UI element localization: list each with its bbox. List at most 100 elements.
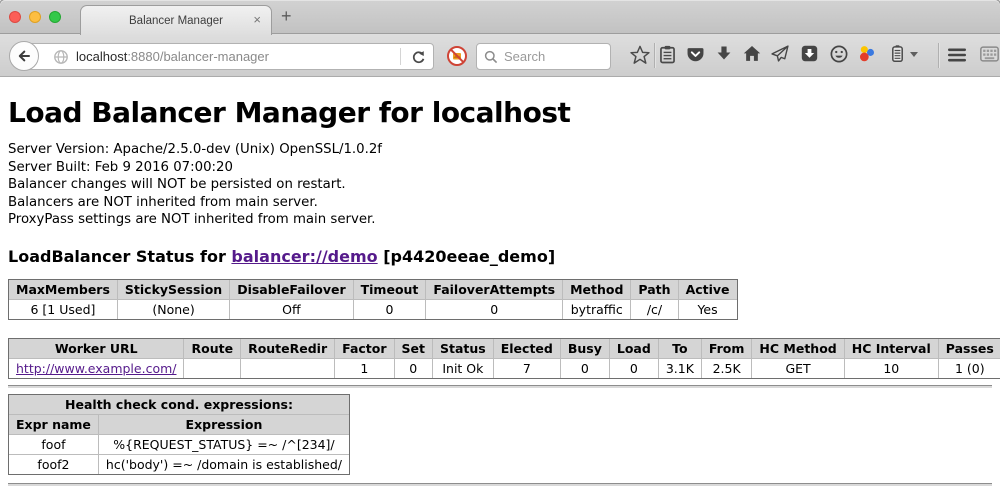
col-route: Route — [184, 338, 241, 358]
page-content: Load Balancer Manager for localhost Serv… — [0, 78, 1000, 491]
col-status: Status — [433, 338, 494, 358]
pocket-icon[interactable] — [687, 47, 704, 63]
col-disablefailover: DisableFailover — [230, 279, 353, 299]
heading-suffix: [p4420eeae_demo] — [378, 247, 556, 266]
col-busy: Busy — [560, 338, 609, 358]
col-routeredir: RouteRedir — [241, 338, 335, 358]
tab-title: Balancer Manager — [129, 15, 223, 27]
toolbar-divider — [938, 43, 939, 68]
proxypass-notice-line: ProxyPass settings are NOT inherited fro… — [8, 211, 992, 229]
content-blocked-icon[interactable] — [446, 45, 468, 67]
url-path: :8880/balancer-manager — [127, 49, 269, 64]
balancer-status-heading: LoadBalancer Status for balancer://demo … — [8, 247, 992, 266]
close-tab-icon[interactable]: × — [253, 12, 261, 27]
table-header-row: Worker URL Route RouteRedir Factor Set S… — [9, 338, 1000, 358]
table-header-row: Expr name Expression — [9, 414, 350, 434]
back-button[interactable] — [9, 41, 39, 71]
toolbar-divider — [654, 43, 655, 68]
col-passes: Passes — [938, 338, 1000, 358]
col-maxmembers: MaxMembers — [9, 279, 118, 299]
col-hc-method: HC Method — [752, 338, 844, 358]
col-to: To — [658, 338, 701, 358]
cell-passes: 1 (0) — [938, 358, 1000, 378]
page-title: Load Balancer Manager for localhost — [8, 96, 992, 129]
table-row: 6 [1 Used] (None) Off 0 0 bytraffic /c/ … — [9, 299, 738, 319]
address-bar[interactable]: localhost:8880/balancer-manager — [24, 43, 434, 70]
save-download-box-icon[interactable] — [801, 45, 818, 62]
col-expression: Expression — [98, 414, 349, 434]
cell-to: 3.1K — [658, 358, 701, 378]
col-elected: Elected — [493, 338, 560, 358]
persist-notice-line: Balancer changes will NOT be persisted o… — [8, 176, 992, 194]
cell-worker-url: http://www.example.com/ — [9, 358, 184, 378]
cell-hc-interval: 10 — [844, 358, 938, 378]
cell-route — [184, 358, 241, 378]
worker-url-link[interactable]: http://www.example.com/ — [16, 361, 176, 376]
col-load: Load — [609, 338, 658, 358]
cell-busy: 0 — [560, 358, 609, 378]
globe-icon — [53, 49, 69, 65]
cell-from: 2.5K — [701, 358, 752, 378]
cell-expr-name: foof2 — [9, 454, 99, 474]
cell-expression: hc('body') =~ /domain is established/ — [98, 454, 349, 474]
cell-elected: 7 — [493, 358, 560, 378]
table-title-row: Health check cond. expressions: — [9, 394, 350, 414]
col-set: Set — [394, 338, 432, 358]
cell-routeredir — [241, 358, 335, 378]
send-plane-icon[interactable] — [771, 45, 789, 62]
home-icon[interactable] — [743, 45, 761, 62]
cell-failoverattempts: 0 — [426, 299, 563, 319]
downloads-icon[interactable] — [716, 45, 732, 62]
cell-path: /c/ — [631, 299, 678, 319]
search-input[interactable]: Search — [476, 43, 611, 70]
section-divider — [8, 385, 992, 388]
new-tab-button[interactable]: + — [281, 6, 292, 27]
table-header-row: MaxMembers StickySession DisableFailover… — [9, 279, 738, 299]
balancer-demo-link[interactable]: balancer://demo — [231, 247, 377, 266]
cell-maxmembers: 6 [1 Used] — [9, 299, 118, 319]
server-built-line: Server Built: Feb 9 2016 07:00:20 — [8, 159, 992, 177]
url-domain: localhost — [76, 49, 127, 64]
col-from: From — [701, 338, 752, 358]
server-version-line: Server Version: Apache/2.5.0-dev (Unix) … — [8, 141, 992, 159]
chevron-down-icon[interactable] — [910, 52, 918, 57]
balancer-settings-table: MaxMembers StickySession DisableFailover… — [8, 279, 738, 320]
smiley-feedback-icon[interactable] — [830, 45, 848, 63]
clipboard-icon[interactable] — [658, 45, 677, 64]
col-failoverattempts: FailoverAttempts — [426, 279, 563, 299]
menu-hamburger-icon[interactable] — [947, 47, 967, 63]
browser-window: Balancer Manager × + localhost:8880/bala… — [0, 0, 1000, 491]
table-row: http://www.example.com/ 1 0 Init Ok 7 0 … — [9, 358, 1000, 378]
col-path: Path — [631, 279, 678, 299]
window-close-button[interactable] — [9, 11, 21, 23]
window-minimize-button[interactable] — [29, 11, 41, 23]
cell-timeout: 0 — [353, 299, 426, 319]
urlbar-divider — [400, 48, 401, 65]
table-row: foof %{REQUEST_STATUS} =~ /^[234]/ — [9, 434, 350, 454]
col-hc-interval: HC Interval — [844, 338, 938, 358]
reload-icon[interactable] — [411, 50, 426, 65]
heading-prefix: LoadBalancer Status for — [8, 247, 231, 266]
cell-set: 0 — [394, 358, 432, 378]
col-active: Active — [678, 279, 737, 299]
url-text: localhost:8880/balancer-manager — [76, 49, 269, 64]
battery-extension-icon[interactable] — [889, 44, 906, 63]
cell-factor: 1 — [335, 358, 394, 378]
cell-status: Init Ok — [433, 358, 494, 378]
page-bottom-divider — [8, 483, 992, 486]
col-timeout: Timeout — [353, 279, 426, 299]
table-row: foof2 hc('body') =~ /domain is establish… — [9, 454, 350, 474]
colored-dots-extension-icon[interactable] — [859, 45, 875, 62]
cell-load: 0 — [609, 358, 658, 378]
col-worker-url: Worker URL — [9, 338, 184, 358]
search-placeholder: Search — [504, 49, 545, 64]
bookmark-star-icon[interactable] — [630, 45, 650, 65]
window-zoom-button[interactable] — [49, 11, 61, 23]
navigation-toolbar: localhost:8880/balancer-manager Search — [0, 34, 1000, 77]
tab-balancer-manager[interactable]: Balancer Manager × — [80, 5, 272, 35]
keyboard-grid-icon[interactable] — [980, 46, 999, 63]
col-method: Method — [563, 279, 631, 299]
cell-disablefailover: Off — [230, 299, 353, 319]
tab-bar: Balancer Manager × + — [0, 0, 1000, 34]
col-factor: Factor — [335, 338, 394, 358]
